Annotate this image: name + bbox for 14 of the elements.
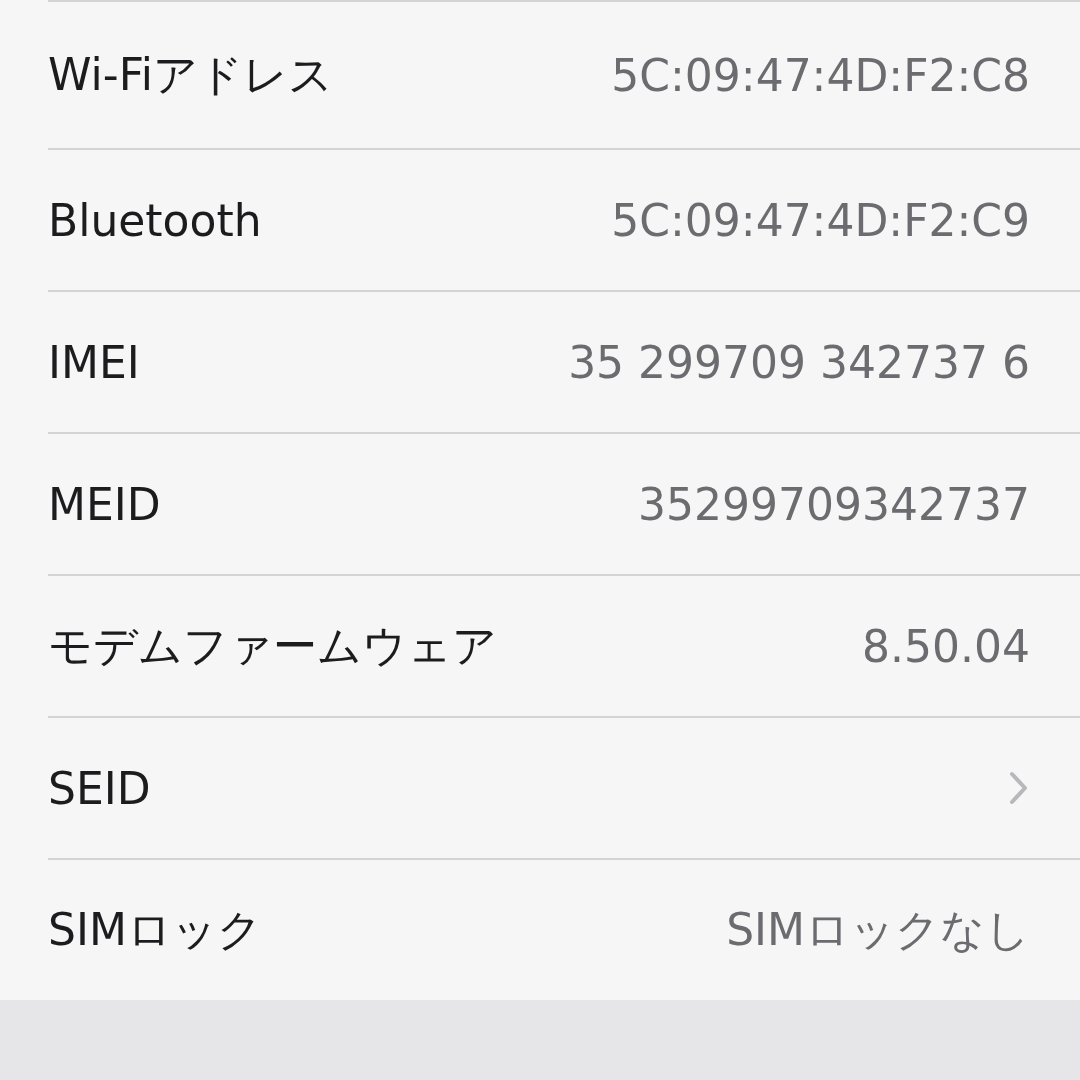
row-label: モデムファームウェア — [48, 618, 497, 673]
chevron-right-icon[interactable] — [1008, 770, 1030, 806]
row-label: MEID — [48, 478, 161, 530]
row-value: SIMロックなし — [726, 902, 1030, 957]
row-value: 8.50.04 — [862, 620, 1030, 672]
row-label: IMEI — [48, 336, 140, 388]
row-value: 35 299709 342737 6 — [568, 336, 1030, 388]
row-value: 35299709342737 — [638, 478, 1030, 530]
row-label: Bluetooth — [48, 194, 262, 246]
row-label: Wi-Fiアドレス — [48, 47, 333, 102]
row-label: SIMロック — [48, 902, 262, 957]
row-value: 5C:09:47:4D:F2:C8 — [611, 49, 1030, 101]
row-value: 5C:09:47:4D:F2:C9 — [611, 194, 1030, 246]
row-label: SEID — [48, 762, 151, 814]
